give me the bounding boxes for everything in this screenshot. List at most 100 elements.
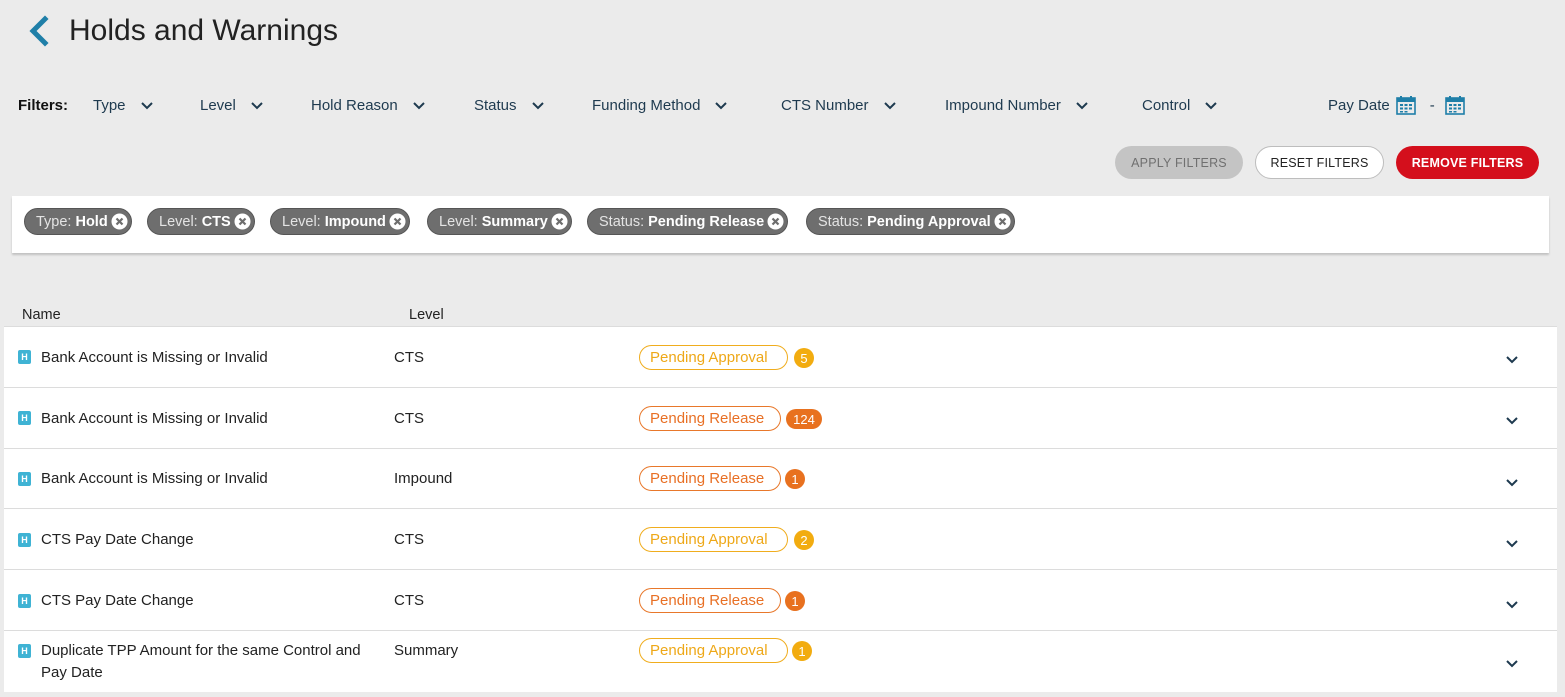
chip-value: Impound (324, 213, 386, 230)
chevron-down-icon (883, 101, 896, 109)
close-icon[interactable] (389, 213, 406, 230)
filter-level-dropdown[interactable]: Level (200, 97, 264, 114)
column-header-name: Name (22, 307, 61, 323)
row-name: Bank Account is Missing or Invalid (41, 410, 268, 427)
filter-chip-status-pending-release: Status: Pending Release (587, 208, 789, 235)
filter-impound-number-label: Impound Number (945, 97, 1061, 114)
filter-hold-reason-dropdown[interactable]: Hold Reason (311, 97, 426, 114)
status-badge: Pending Approval (639, 638, 788, 663)
close-icon[interactable] (234, 213, 251, 230)
table-row[interactable]: H CTS Pay Date Change CTS Pending Approv… (4, 508, 1557, 569)
count-badge: 1 (785, 469, 805, 489)
filter-hold-reason-label: Hold Reason (311, 97, 398, 114)
row-level: Summary (394, 642, 459, 659)
back-button[interactable] (26, 14, 56, 48)
status-badge: Pending Release (639, 406, 781, 431)
close-icon[interactable] (551, 213, 568, 230)
chevron-down-icon (715, 101, 728, 109)
chevron-down-icon (531, 101, 544, 109)
filter-chip-level-summary: Level: Summary (427, 208, 572, 235)
filter-impound-number-dropdown[interactable]: Impound Number (945, 97, 1089, 114)
filter-chip-level-impound: Level: Impound (270, 208, 410, 235)
hold-badge-icon: H (18, 594, 31, 608)
chip-key: Level: (282, 213, 321, 230)
row-level: Impound (394, 470, 453, 487)
chip-key: Type: (36, 213, 72, 230)
status-badge: Pending Release (639, 466, 781, 491)
hold-badge-icon: H (18, 472, 31, 486)
hold-badge-icon: H (18, 411, 31, 425)
hold-badge-icon: H (18, 533, 31, 547)
remove-filters-button[interactable]: REMOVE FILTERS (1396, 146, 1539, 179)
filter-type-dropdown[interactable]: Type (93, 97, 154, 114)
pay-date-filter: Pay Date - (1328, 95, 1465, 115)
row-name: Bank Account is Missing or Invalid (41, 470, 268, 487)
calendar-icon[interactable] (1395, 95, 1416, 115)
hold-badge-icon: H (18, 644, 31, 658)
pay-date-label: Pay Date (1328, 96, 1390, 114)
status-badge: Pending Approval (639, 345, 788, 370)
chip-key: Level: (159, 213, 198, 230)
close-icon[interactable] (111, 213, 128, 230)
active-filters-panel: Type: Hold Level: CTS Level: Impound Lev… (12, 196, 1549, 253)
chip-value: Pending Release (648, 213, 765, 230)
hold-badge-icon: H (18, 350, 31, 364)
filter-chip-level-cts: Level: CTS (147, 208, 255, 235)
chevron-down-icon[interactable] (1505, 659, 1519, 669)
table-row[interactable]: H Duplicate TPP Amount for the same Cont… (4, 630, 1557, 692)
filter-funding-method-label: Funding Method (592, 97, 701, 114)
chevron-down-icon[interactable] (1505, 539, 1519, 549)
close-icon[interactable] (767, 213, 784, 230)
chevron-down-icon (140, 101, 153, 109)
chip-value: Pending Approval (867, 213, 991, 230)
reset-filters-button[interactable]: RESET FILTERS (1255, 146, 1384, 179)
row-level: CTS (394, 349, 424, 366)
count-badge: 1 (785, 591, 805, 611)
close-icon[interactable] (994, 213, 1011, 230)
filter-status-label: Status (474, 97, 517, 114)
chip-key: Level: (439, 213, 478, 230)
chip-value: Hold (75, 213, 108, 230)
table-row[interactable]: H Bank Account is Missing or Invalid CTS… (4, 387, 1557, 448)
apply-filters-button[interactable]: APPLY FILTERS (1115, 146, 1243, 179)
row-name: Duplicate TPP Amount for the same Contro… (41, 642, 361, 681)
chevron-down-icon[interactable] (1505, 355, 1519, 365)
chevron-down-icon (1205, 101, 1218, 109)
filter-chip-type-hold: Type: Hold (24, 208, 132, 235)
filter-cts-number-label: CTS Number (781, 97, 869, 114)
count-badge: 1 (792, 641, 812, 661)
page-title: Holds and Warnings (69, 14, 339, 47)
filter-chip-status-pending-approval: Status: Pending Approval (806, 208, 1015, 235)
filter-cts-number-dropdown[interactable]: CTS Number (781, 97, 897, 114)
filter-funding-method-dropdown[interactable]: Funding Method (592, 97, 728, 114)
filter-type-label: Type (93, 97, 126, 114)
row-name: CTS Pay Date Change (41, 592, 194, 609)
date-range-separator: - (1429, 96, 1435, 114)
count-badge: 5 (794, 348, 814, 368)
status-badge: Pending Release (639, 588, 781, 613)
count-badge: 2 (794, 530, 814, 550)
chevron-down-icon (413, 101, 425, 109)
chip-value: Summary (481, 213, 548, 230)
chip-value: CTS (201, 213, 231, 230)
column-header-level: Level (409, 307, 444, 323)
chevron-down-icon (1076, 101, 1088, 109)
chip-key: Status: (818, 213, 864, 230)
row-level: CTS (394, 410, 424, 427)
filter-control-label: Control (1142, 97, 1191, 114)
filter-level-label: Level (200, 97, 236, 114)
table-row[interactable]: H Bank Account is Missing or Invalid CTS… (4, 326, 1557, 387)
calendar-icon[interactable] (1444, 95, 1465, 115)
row-name: CTS Pay Date Change (41, 531, 194, 548)
chevron-down-icon[interactable] (1505, 478, 1519, 488)
table-row[interactable]: H CTS Pay Date Change CTS Pending Releas… (4, 569, 1557, 630)
filter-control-dropdown[interactable]: Control (1142, 97, 1218, 114)
chevron-down-icon[interactable] (1505, 416, 1519, 426)
chevron-down-icon (251, 101, 263, 109)
chevron-down-icon[interactable] (1505, 600, 1519, 610)
filter-status-dropdown[interactable]: Status (474, 97, 545, 114)
table-row[interactable]: H Bank Account is Missing or Invalid Imp… (4, 448, 1557, 508)
filters-label: Filters: (18, 97, 69, 114)
status-badge: Pending Approval (639, 527, 788, 552)
row-name: Bank Account is Missing or Invalid (41, 349, 268, 366)
